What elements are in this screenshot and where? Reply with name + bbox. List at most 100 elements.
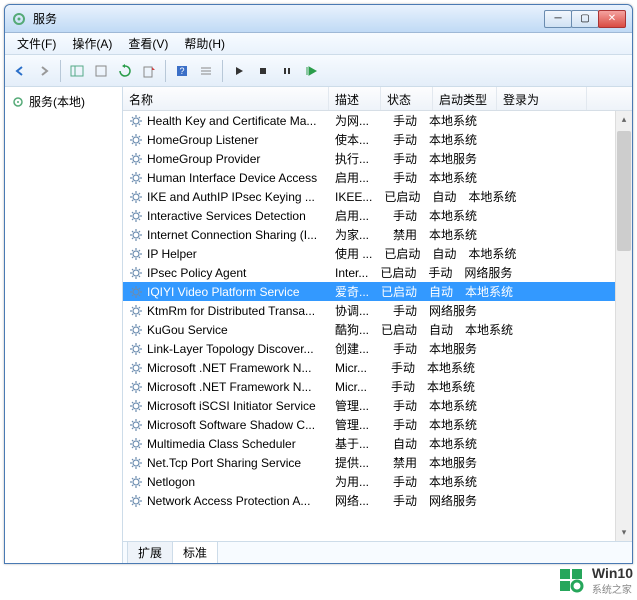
cell-status — [375, 215, 387, 217]
cell-startup: 手动 — [385, 377, 421, 396]
col-description[interactable]: 描述 — [329, 87, 381, 110]
help-button[interactable]: ? — [171, 60, 193, 82]
service-row[interactable]: Link-Layer Topology Discover...创建...手动本地… — [123, 339, 632, 358]
show-hide-tree-button[interactable] — [66, 60, 88, 82]
cell-status — [375, 405, 387, 407]
gear-icon — [129, 285, 143, 299]
service-row[interactable]: Microsoft Software Shadow C...管理...手动本地系… — [123, 415, 632, 434]
cell-description: Micr... — [329, 360, 373, 376]
cell-logon: 网络服务 — [423, 491, 483, 510]
tree-pane[interactable]: 服务(本地) — [5, 87, 123, 563]
restart-button[interactable] — [300, 60, 322, 82]
watermark-line2: 系统之家 — [592, 581, 633, 596]
stop-button[interactable] — [252, 60, 274, 82]
maximize-button[interactable]: ▢ — [571, 10, 599, 28]
export-button[interactable] — [138, 60, 160, 82]
menu-action[interactable]: 操作(A) — [64, 33, 120, 54]
service-name: Microsoft .NET Framework N... — [147, 380, 311, 394]
cell-logon: 本地系统 — [459, 320, 519, 339]
cell-description: 基于... — [329, 434, 375, 453]
tree-root[interactable]: 服务(本地) — [9, 91, 118, 112]
tree-root-label: 服务(本地) — [29, 93, 85, 110]
menu-help[interactable]: 帮助(H) — [176, 33, 233, 54]
col-startup[interactable]: 启动类型 — [433, 87, 497, 110]
cell-logon: 本地系统 — [423, 396, 483, 415]
cell-startup: 手动 — [387, 339, 423, 358]
back-button[interactable] — [9, 60, 31, 82]
service-row[interactable]: Microsoft .NET Framework N...Micr...手动本地… — [123, 377, 632, 396]
cell-startup: 手动 — [387, 472, 423, 491]
cell-startup: 手动 — [387, 206, 423, 225]
service-row[interactable]: Interactive Services Detection启用...手动本地系… — [123, 206, 632, 225]
vertical-scrollbar[interactable]: ▴ ▾ — [615, 111, 632, 541]
gear-icon — [129, 266, 143, 280]
service-row[interactable]: IKE and AuthIP IPsec Keying ...IKEE...已启… — [123, 187, 632, 206]
scroll-up-button[interactable]: ▴ — [616, 111, 632, 128]
cell-description: 管理... — [329, 396, 375, 415]
cell-startup: 手动 — [387, 491, 423, 510]
cell-startup: 自动 — [426, 244, 462, 263]
service-row[interactable]: Microsoft iSCSI Initiator Service管理...手动… — [123, 396, 632, 415]
service-row[interactable]: KuGou Service酷狗...已启动自动本地系统 — [123, 320, 632, 339]
cell-startup: 手动 — [422, 263, 458, 282]
cell-startup: 禁用 — [387, 453, 423, 472]
cell-logon: 本地系统 — [423, 206, 483, 225]
service-row[interactable]: KtmRm for Distributed Transa...协调...手动网络… — [123, 301, 632, 320]
cell-description: 执行... — [329, 149, 375, 168]
cell-description: 管理... — [329, 415, 375, 434]
forward-button[interactable] — [33, 60, 55, 82]
cell-name: Health Key and Certificate Ma... — [123, 113, 329, 129]
tab-standard[interactable]: 标准 — [172, 541, 218, 563]
refresh-button[interactable] — [114, 60, 136, 82]
cell-startup: 自动 — [426, 187, 462, 206]
service-row[interactable]: Net.Tcp Port Sharing Service提供...禁用本地服务 — [123, 453, 632, 472]
cell-startup: 手动 — [387, 111, 423, 130]
list-body[interactable]: Health Key and Certificate Ma...为网...手动本… — [123, 111, 632, 541]
menu-view[interactable]: 查看(V) — [120, 33, 176, 54]
cell-logon: 本地系统 — [423, 472, 483, 491]
service-row[interactable]: HomeGroup Provider执行...手动本地服务 — [123, 149, 632, 168]
service-row[interactable]: Network Access Protection A...网络...手动网络服… — [123, 491, 632, 510]
gear-icon — [129, 133, 143, 147]
service-row[interactable]: Multimedia Class Scheduler基于...自动本地系统 — [123, 434, 632, 453]
cell-description: IKEE... — [329, 189, 378, 205]
cell-description: 使本... — [329, 130, 375, 149]
tab-extended[interactable]: 扩展 — [127, 541, 173, 563]
minimize-button[interactable]: ─ — [544, 10, 572, 28]
service-row[interactable]: IQIYI Video Platform Service爱奇...已启动自动本地… — [123, 282, 632, 301]
service-row[interactable]: IP Helper使用 ...已启动自动本地系统 — [123, 244, 632, 263]
cell-description: 酷狗... — [329, 320, 375, 339]
cell-name: Microsoft .NET Framework N... — [123, 379, 329, 395]
service-row[interactable]: Internet Connection Sharing (I...为家...禁用… — [123, 225, 632, 244]
titlebar[interactable]: 服务 ─ ▢ ✕ — [5, 5, 632, 33]
service-row[interactable]: Netlogon为用...手动本地系统 — [123, 472, 632, 491]
cell-startup: 手动 — [387, 168, 423, 187]
gear-icon — [129, 247, 143, 261]
pause-button[interactable] — [276, 60, 298, 82]
cell-status — [375, 500, 387, 502]
col-status[interactable]: 状态 — [381, 87, 433, 110]
start-button[interactable] — [228, 60, 250, 82]
service-row[interactable]: Microsoft .NET Framework N...Micr...手动本地… — [123, 358, 632, 377]
gear-icon — [129, 228, 143, 242]
service-row[interactable]: Health Key and Certificate Ma...为网...手动本… — [123, 111, 632, 130]
list-button[interactable] — [195, 60, 217, 82]
service-row[interactable]: HomeGroup Listener使本...手动本地系统 — [123, 130, 632, 149]
cell-status — [375, 443, 387, 445]
col-logon[interactable]: 登录为 — [497, 87, 587, 110]
close-button[interactable]: ✕ — [598, 10, 626, 28]
cell-description: 使用 ... — [329, 244, 378, 263]
menu-file[interactable]: 文件(F) — [9, 33, 64, 54]
scroll-down-button[interactable]: ▾ — [616, 524, 632, 541]
service-row[interactable]: IPsec Policy AgentInter...已启动手动网络服务 — [123, 263, 632, 282]
gear-icon — [129, 475, 143, 489]
cell-description: 启用... — [329, 168, 375, 187]
gear-icon — [129, 494, 143, 508]
cell-description: 协调... — [329, 301, 375, 320]
col-name[interactable]: 名称 — [123, 87, 329, 110]
cell-name: Multimedia Class Scheduler — [123, 436, 329, 452]
properties-button[interactable] — [90, 60, 112, 82]
cell-logon: 本地系统 — [423, 415, 483, 434]
scroll-thumb[interactable] — [617, 131, 631, 251]
service-row[interactable]: Human Interface Device Access启用...手动本地系统 — [123, 168, 632, 187]
